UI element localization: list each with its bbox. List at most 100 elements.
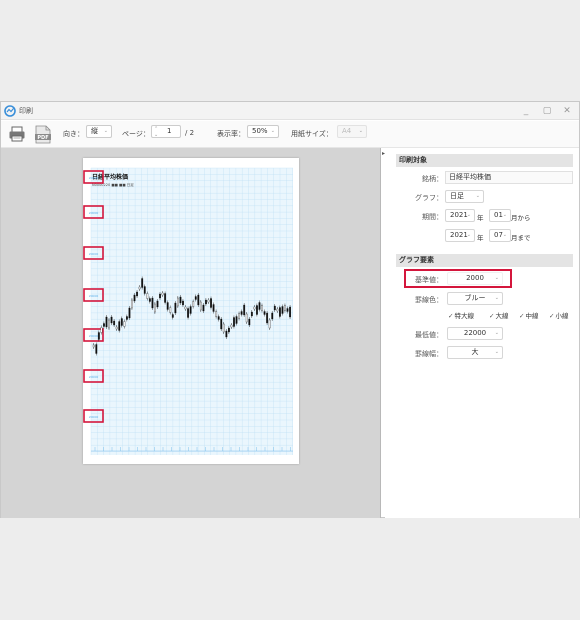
checkbox-extra-large-line[interactable]: ✓特大線 — [448, 310, 474, 320]
candle-body — [263, 311, 266, 315]
chevron-down-icon: ⌄ — [103, 128, 108, 134]
candle-body — [133, 294, 136, 302]
candle-body — [169, 307, 172, 313]
candle-body — [215, 311, 218, 317]
candle-body — [138, 286, 141, 290]
candle-body — [205, 299, 207, 305]
orientation-label: 向き： — [63, 130, 84, 138]
line-color-select[interactable]: ブルー ⌄ — [447, 292, 503, 305]
axis-label: 20000 — [89, 334, 99, 338]
candle-body — [266, 312, 269, 324]
candle-body — [113, 320, 116, 326]
candle-body — [110, 316, 113, 324]
orientation-select[interactable]: 縦 ⌄ — [86, 125, 112, 138]
candle-body — [210, 298, 212, 308]
symbol-field: 日経平均株価 — [445, 171, 573, 184]
pdf-icon[interactable]: PDF — [34, 125, 52, 144]
candle-body — [120, 318, 123, 326]
axis-label: 20000 — [89, 176, 99, 180]
spinner-down-icon[interactable]: ⌄ — [154, 130, 158, 141]
candle-body — [250, 311, 253, 317]
candle-body — [143, 286, 146, 294]
chevron-down-icon: ⌄ — [494, 349, 499, 355]
close-icon[interactable]: ✕ — [560, 104, 574, 118]
candle-body — [207, 299, 210, 303]
chevron-down-icon: ⌄ — [466, 232, 471, 238]
candle-body — [123, 321, 126, 327]
min-value-label: 最低値： — [415, 331, 443, 339]
to-year-select[interactable]: 2021 ⌄ — [445, 229, 475, 242]
from-month-select[interactable]: 01 ⌄ — [489, 209, 511, 222]
min-value-select[interactable]: 22000 ⌄ — [447, 327, 503, 340]
candle-body — [217, 316, 220, 320]
checkbox-large-line[interactable]: ✓大線 — [489, 310, 508, 320]
candle-body — [166, 302, 169, 310]
minimize-icon[interactable]: _ — [519, 104, 533, 118]
checkbox-small-line[interactable]: ✓小線 — [549, 310, 568, 320]
chevron-down-icon: ⌄ — [270, 128, 275, 134]
candle-body — [227, 327, 230, 333]
candle-body — [235, 316, 238, 324]
candle-body — [156, 300, 159, 308]
from-year-select[interactable]: 2021 ⌄ — [445, 209, 475, 222]
print-preview-area[interactable]: 日経平均株価 N0000220 ■■ ■■ 日足 20000 20000 20000… — [1, 148, 381, 518]
maximize-icon[interactable]: ▢ — [540, 104, 554, 118]
candle-body — [164, 293, 167, 303]
checkmark-icon: ✓ — [448, 312, 454, 320]
chevron-down-icon: ⌄ — [494, 275, 499, 281]
candle-body — [154, 303, 156, 313]
candle-body — [100, 327, 103, 333]
candle-body — [284, 305, 286, 311]
candle-body — [220, 318, 223, 330]
preview-page: 日経平均株価 N0000220 ■■ ■■ 日足 20000 20000 20000… — [83, 158, 299, 464]
window-title: 印刷 — [19, 107, 33, 115]
candle-body — [273, 305, 276, 311]
candle-body — [240, 311, 243, 315]
candle-body — [103, 323, 105, 327]
candle-body — [256, 305, 258, 315]
checkmark-icon: ✓ — [489, 312, 495, 320]
page-current: 1 — [167, 127, 172, 135]
line-width-label: 罫線幅： — [415, 350, 443, 358]
symbol-label: 銘柄： — [422, 175, 443, 183]
printer-icon[interactable] — [8, 125, 26, 143]
axis-label: 20000 — [89, 294, 99, 298]
candle-body — [179, 296, 182, 304]
axis-label: 20000 — [89, 415, 99, 419]
candle-body — [245, 313, 248, 323]
candle-body — [230, 324, 233, 328]
from-suffix-label: 月から — [511, 214, 531, 222]
candle-body — [182, 300, 184, 306]
chevron-down-icon: ⌄ — [494, 295, 499, 301]
candle-body — [108, 319, 110, 329]
paper-size-label: 用紙サイズ： — [291, 130, 333, 138]
candle-body — [148, 298, 151, 302]
zoom-select[interactable]: 50% ⌄ — [247, 125, 279, 138]
title-bar: 印刷 _ ▢ ✕ — [1, 102, 579, 120]
graph-label: グラフ： — [415, 194, 443, 202]
paper-size-select[interactable]: A4 ⌄ — [337, 125, 367, 138]
page-label: ページ： — [122, 130, 150, 138]
chevron-down-icon: ⌄ — [502, 232, 507, 238]
candle-body — [126, 316, 128, 320]
candle-body — [174, 302, 177, 314]
page-spinner[interactable]: ⌃ ⌄ 1 — [151, 125, 181, 138]
to-month-select[interactable]: 07 ⌄ — [489, 229, 511, 242]
candle-body — [177, 297, 179, 307]
candle-body — [141, 278, 144, 288]
checkbox-medium-line[interactable]: ✓中線 — [519, 310, 538, 320]
candle-body — [194, 296, 197, 300]
axis-label: 20000 — [89, 211, 99, 215]
candle-body — [258, 302, 261, 310]
candle-body — [171, 314, 174, 318]
candle-body — [289, 306, 292, 318]
base-value-select[interactable]: 2000 ⌄ — [447, 272, 503, 285]
candle-body — [222, 323, 225, 333]
chevron-down-icon: ⌄ — [358, 128, 363, 134]
chevron-down-icon: ⌄ — [475, 193, 480, 199]
page-total: / 2 — [185, 129, 195, 137]
graph-select[interactable]: 日足 ⌄ — [445, 190, 484, 203]
line-width-select[interactable]: 大 ⌄ — [447, 346, 503, 359]
grid-background — [91, 168, 293, 455]
chart-preview: 日経平均株価 N0000220 ■■ ■■ 日足 200002000020000… — [83, 167, 293, 455]
